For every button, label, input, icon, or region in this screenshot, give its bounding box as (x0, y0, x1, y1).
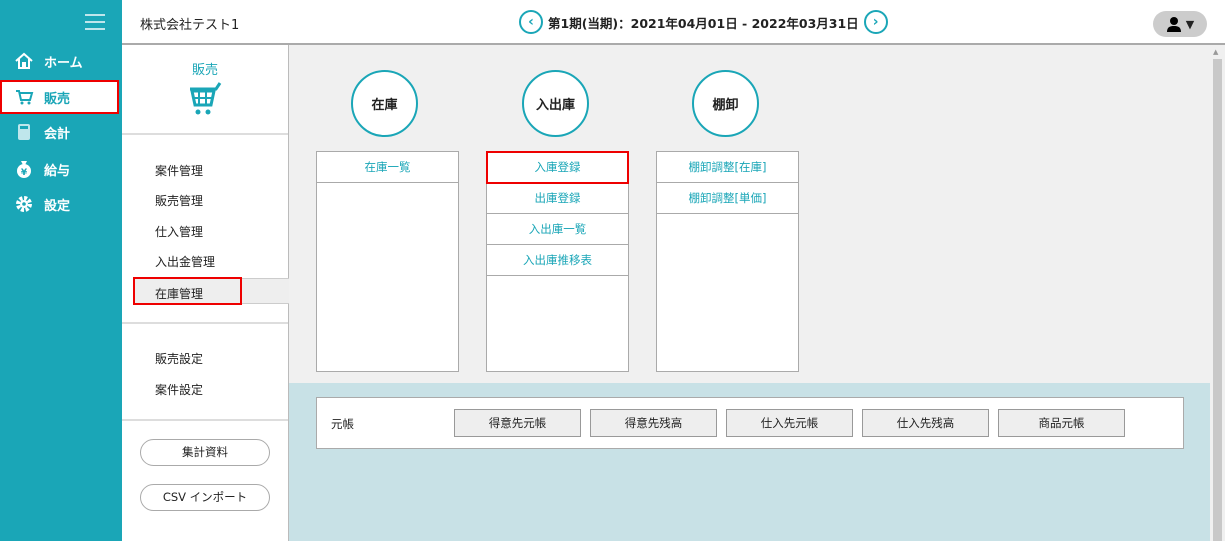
customer-balance-button[interactable]: 得意先残高 (590, 409, 717, 437)
csv-import-button[interactable]: CSV インポート (140, 484, 270, 511)
submenu-item[interactable]: 仕入管理 (155, 223, 203, 240)
product-ledger-button[interactable]: 商品元帳 (998, 409, 1125, 437)
svg-text:¥: ¥ (21, 168, 28, 178)
submenu-setting-item[interactable]: 案件設定 (155, 381, 203, 398)
link-shipment-entry[interactable]: 出庫登録 (487, 183, 628, 214)
link-inout-trend[interactable]: 入出庫推移表 (487, 245, 628, 276)
link-stock-list[interactable]: 在庫一覧 (317, 152, 458, 183)
ledger-label: 元帳 (331, 417, 354, 431)
divider (122, 322, 288, 324)
section-title-inventory: 棚卸 (692, 70, 759, 137)
period-label: 第1期(当期)：2021年04月01日 - 2022年03月31日 (548, 15, 859, 31)
sidebar-item-payroll[interactable]: ¥ 給与 (0, 152, 122, 186)
ledger-panel: 元帳 得意先元帳 得意先残高 仕入先元帳 仕入先残高 商品元帳 (316, 397, 1184, 449)
highlight-box (133, 277, 242, 305)
sidebar-item-label: 会計 (44, 126, 71, 142)
header: 株式会社テスト1 ‹ 第1期(当期)：2021年04月01日 - 2022年03… (122, 0, 1225, 45)
submenu: 販売 案件管理 販売管理 仕入管理 入出金管理 在庫管理 販売設定 案件設定 集… (122, 45, 289, 541)
divider (122, 419, 288, 421)
submenu-item[interactable]: 案件管理 (155, 162, 203, 179)
user-icon (1166, 17, 1181, 32)
section-box-inventory: 棚卸調整[在庫] 棚卸調整[単価] (656, 151, 799, 372)
chevron-down-icon: ▼ (1185, 17, 1195, 31)
link-receipt-entry[interactable]: 入庫登録 (486, 151, 629, 184)
section-title-stock: 在庫 (351, 70, 418, 137)
section-title-inout: 入出庫 (522, 70, 589, 137)
divider (122, 133, 288, 135)
scrollbar-thumb[interactable] (1213, 59, 1222, 541)
sidebar-item-accounting[interactable]: 会計 (0, 115, 122, 149)
prev-period-button[interactable]: ‹ (519, 10, 543, 34)
money-bag-icon: ¥ (17, 161, 31, 178)
link-inventory-adjust-price[interactable]: 棚卸調整[単価] (657, 183, 798, 214)
scroll-up-icon[interactable]: ▲ (1213, 48, 1218, 56)
summary-report-button[interactable]: 集計資料 (140, 439, 270, 466)
home-icon (15, 52, 33, 69)
scrollbar[interactable]: ▲ (1210, 45, 1225, 541)
submenu-item[interactable]: 販売管理 (155, 192, 203, 209)
submenu-item[interactable]: 入出金管理 (155, 253, 215, 270)
link-inout-list[interactable]: 入出庫一覧 (487, 214, 628, 245)
submenu-setting-item[interactable]: 販売設定 (155, 350, 203, 367)
submenu-title: 販売 (191, 63, 218, 78)
sidebar-item-home[interactable]: ホーム (0, 44, 122, 78)
period-selector: ‹ 第1期(当期)：2021年04月01日 - 2022年03月31日 › (514, 10, 893, 34)
cart-icon (190, 82, 222, 115)
next-period-button[interactable]: › (863, 10, 888, 34)
sidebar-item-settings[interactable]: 設定 (0, 187, 122, 221)
company-name: 株式会社テスト1 (140, 18, 240, 33)
user-menu-button[interactable]: ▼ (1153, 11, 1207, 37)
supplier-balance-button[interactable]: 仕入先残高 (862, 409, 989, 437)
customer-ledger-button[interactable]: 得意先元帳 (454, 409, 581, 437)
section-box-inout: 入庫登録 出庫登録 入出庫一覧 入出庫推移表 (486, 151, 629, 372)
cart-icon (16, 90, 34, 105)
sidebar: ホーム 販売 会計 ¥ 給与 設定 (0, 0, 122, 541)
section-box-stock: 在庫一覧 (316, 151, 459, 372)
gear-icon (16, 196, 32, 212)
sidebar-item-label: 設定 (44, 198, 71, 214)
sidebar-item-label: ホーム (44, 55, 83, 71)
sidebar-item-label: 給与 (44, 163, 71, 179)
sidebar-item-label: 販売 (44, 91, 71, 107)
sidebar-item-sales[interactable]: 販売 (0, 80, 119, 114)
link-inventory-adjust-stock[interactable]: 棚卸調整[在庫] (657, 152, 798, 183)
menu-icon[interactable] (85, 14, 105, 30)
calculator-icon (18, 124, 30, 140)
supplier-ledger-button[interactable]: 仕入先元帳 (726, 409, 853, 437)
